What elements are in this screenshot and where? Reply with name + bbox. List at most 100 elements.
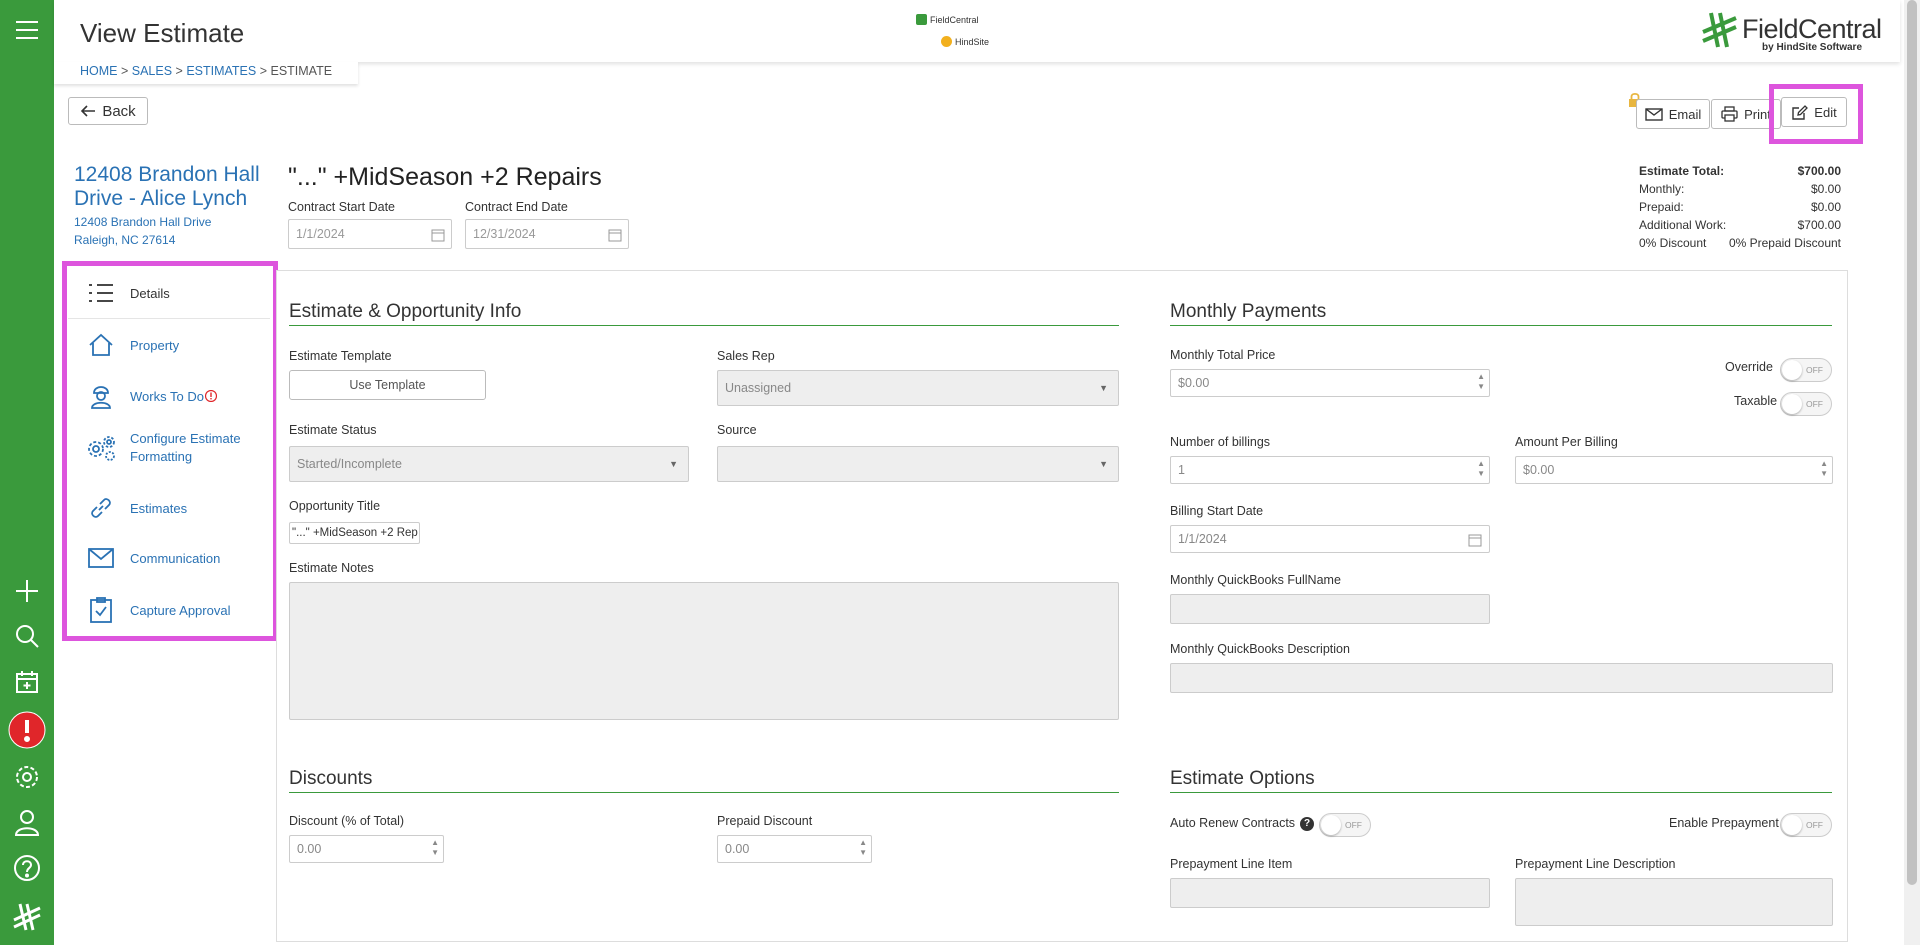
center-logo-top: FieldCentral bbox=[930, 14, 979, 25]
search-icon[interactable] bbox=[7, 616, 47, 656]
opportunity-title-input[interactable]: "..." +MidSeason +2 Rep bbox=[289, 522, 420, 544]
side-nav: Details Property Works To Do Configure E… bbox=[68, 268, 270, 632]
monthly-total-input[interactable]: $0.00 ▲ ▼ bbox=[1170, 369, 1490, 397]
discount-label: Discount (% of Total) bbox=[289, 814, 405, 828]
override-label: Override bbox=[1725, 360, 1773, 374]
billings-label: Number of billings bbox=[1170, 435, 1271, 449]
opportunity-title-label: Opportunity Title bbox=[289, 499, 381, 513]
start-date-label: Contract Start Date bbox=[288, 200, 395, 214]
email-button[interactable]: Email bbox=[1636, 99, 1710, 129]
brand-logo-icon bbox=[1702, 12, 1737, 48]
billing-start-input[interactable]: 1/1/2024 bbox=[1170, 525, 1490, 553]
summary-discounts: 0% Discount 0% Prepaid Discount bbox=[1639, 236, 1841, 250]
calendar-icon[interactable] bbox=[431, 228, 445, 242]
qb-desc-input[interactable] bbox=[1170, 663, 1833, 693]
prepay-desc-textarea[interactable] bbox=[1515, 878, 1833, 926]
per-billing-input[interactable]: $0.00 ▲ ▼ bbox=[1515, 456, 1833, 484]
billings-input[interactable]: 1 ▲ ▼ bbox=[1170, 456, 1490, 484]
customer-address[interactable]: 12408 Brandon Hall Drive Raleigh, NC 276… bbox=[74, 213, 211, 249]
printer-icon bbox=[1721, 106, 1738, 122]
prepay-line-label: Prepayment Line Item bbox=[1170, 857, 1293, 871]
enable-prepay-label: Enable Prepayment bbox=[1669, 816, 1779, 830]
brand-sub: by HindSite Software bbox=[1762, 42, 1863, 53]
fieldcentral-mini-icon bbox=[916, 14, 927, 25]
sidebar-item-property[interactable]: Property bbox=[68, 323, 270, 367]
sidebar-item-capture-approval[interactable]: Capture Approval bbox=[68, 588, 270, 632]
stepper-arrows-icon[interactable]: ▲ ▼ bbox=[1477, 372, 1485, 392]
prepaid-discount-input[interactable]: 0.00 ▲ ▼ bbox=[717, 835, 872, 863]
taxable-toggle[interactable]: OFF bbox=[1780, 392, 1832, 416]
template-label: Estimate Template bbox=[289, 349, 392, 363]
back-button[interactable]: Back bbox=[68, 97, 148, 125]
breadcrumb: HOME > SALES > ESTIMATES > ESTIMATE bbox=[54, 62, 359, 84]
breadcrumb-home[interactable]: HOME bbox=[80, 64, 118, 78]
edit-button[interactable]: Edit bbox=[1781, 97, 1847, 127]
breadcrumb-sales[interactable]: SALES bbox=[132, 64, 172, 78]
customer-title[interactable]: 12408 Brandon Hall Drive - Alice Lynch bbox=[74, 163, 260, 211]
gears-icon bbox=[88, 436, 115, 461]
email-label: Email bbox=[1668, 106, 1702, 122]
help-icon[interactable] bbox=[7, 848, 47, 888]
sidebar-item-details[interactable]: Details bbox=[68, 268, 270, 319]
auto-renew-toggle[interactable]: OFF bbox=[1319, 813, 1371, 837]
left-rail bbox=[0, 0, 54, 945]
hindsite-mini-icon bbox=[941, 36, 952, 47]
menu-icon[interactable] bbox=[7, 10, 47, 50]
end-date-input[interactable]: 12/31/2024 bbox=[465, 219, 629, 249]
page-title: View Estimate bbox=[80, 18, 245, 48]
section-title-monthly: Monthly Payments bbox=[1170, 301, 1832, 326]
section-title-options: Estimate Options bbox=[1170, 768, 1832, 793]
sidebar-item-configure-formatting[interactable]: Configure Estimate Formatting bbox=[68, 423, 270, 473]
qb-fullname-input[interactable] bbox=[1170, 594, 1490, 624]
qb-desc-label: Monthly QuickBooks Description bbox=[1170, 642, 1350, 656]
clipboard-check-icon bbox=[90, 597, 112, 623]
sidebar-item-communication[interactable]: Communication bbox=[68, 536, 270, 580]
prepay-line-input[interactable] bbox=[1170, 878, 1490, 908]
summary-prepaid: Prepaid: $0.00 bbox=[1639, 200, 1841, 214]
stepper-arrows-icon[interactable]: ▲ ▼ bbox=[859, 838, 867, 858]
fieldcentral-logo-icon[interactable] bbox=[7, 897, 47, 937]
use-template-button[interactable]: Use Template bbox=[289, 370, 486, 400]
hindsite-logo: HindSite bbox=[941, 36, 989, 47]
source-label: Source bbox=[717, 423, 757, 437]
per-billing-label: Amount Per Billing bbox=[1515, 435, 1618, 449]
section-title-discounts: Discounts bbox=[289, 768, 1119, 793]
help-circle-icon[interactable]: ? bbox=[1300, 817, 1314, 831]
calendar-add-icon[interactable] bbox=[7, 662, 47, 702]
source-select[interactable]: ▼ bbox=[717, 446, 1119, 482]
billing-start-label: Billing Start Date bbox=[1170, 504, 1264, 518]
arrow-left-icon bbox=[81, 105, 96, 117]
taxable-label: Taxable bbox=[1734, 394, 1778, 408]
summary-additional: Additional Work: $700.00 bbox=[1639, 218, 1841, 232]
calendar-icon[interactable] bbox=[608, 228, 622, 242]
estimate-name: "..." +MidSeason +2 Repairs bbox=[288, 163, 602, 191]
status-select[interactable]: Started/Incomplete ▼ bbox=[289, 446, 689, 482]
override-toggle[interactable]: OFF bbox=[1780, 358, 1832, 382]
start-date-input[interactable]: 1/1/2024 bbox=[288, 219, 452, 249]
back-label: Back bbox=[102, 102, 136, 120]
stepper-arrows-icon[interactable]: ▲ ▼ bbox=[1820, 459, 1828, 479]
sales-rep-select[interactable]: Unassigned ▼ bbox=[717, 370, 1119, 406]
scrollbar-thumb[interactable] bbox=[1907, 0, 1917, 885]
auto-renew-label: Auto Renew Contracts bbox=[1170, 816, 1296, 830]
sidebar-item-estimates[interactable]: Estimates bbox=[68, 486, 270, 530]
home-icon bbox=[89, 333, 113, 356]
qb-fullname-label: Monthly QuickBooks FullName bbox=[1170, 573, 1341, 587]
notes-textarea[interactable] bbox=[289, 582, 1119, 720]
enable-prepay-toggle[interactable]: OFF bbox=[1780, 813, 1832, 837]
breadcrumb-current: ESTIMATE bbox=[270, 64, 333, 78]
add-icon[interactable] bbox=[7, 571, 47, 611]
alert-icon[interactable] bbox=[7, 710, 47, 750]
stepper-arrows-icon[interactable]: ▲ ▼ bbox=[1477, 459, 1485, 479]
settings-icon[interactable] bbox=[7, 757, 47, 797]
user-icon[interactable] bbox=[7, 802, 47, 842]
calendar-icon[interactable] bbox=[1468, 533, 1482, 547]
sidebar-item-works-to-do[interactable]: Works To Do bbox=[68, 374, 270, 418]
discount-input[interactable]: 0.00 ▲ ▼ bbox=[289, 835, 444, 863]
prepaid-discount-label: Prepaid Discount bbox=[717, 814, 813, 828]
stepper-arrows-icon[interactable]: ▲ ▼ bbox=[431, 838, 439, 858]
edit-icon bbox=[1792, 104, 1809, 120]
breadcrumb-estimates[interactable]: ESTIMATES bbox=[186, 64, 256, 78]
top-header bbox=[54, 0, 1900, 62]
brand-logo[interactable]: FieldCentral by HindSite Software bbox=[1700, 10, 1882, 54]
